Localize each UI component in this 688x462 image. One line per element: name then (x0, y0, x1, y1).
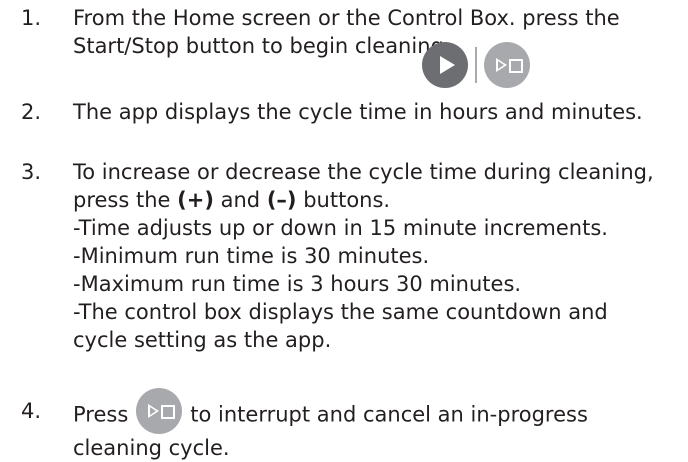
step-number: 1. (21, 6, 42, 30)
start-stop-icon (136, 388, 183, 434)
divider (475, 47, 477, 83)
step-text: To increase or decrease the cycle time d… (73, 158, 685, 354)
step-text: Press to interrupt and cancel an in-progr… (73, 388, 685, 462)
step-line: From the Home screen or the Control Box.… (73, 6, 620, 30)
step-line: -The control box displays the same count… (73, 300, 608, 324)
step-number: 2. (21, 100, 42, 124)
step-line: Press to interrupt and cancel an in-progr… (73, 388, 685, 434)
step-number: 3. (21, 160, 42, 184)
start-stop-buttons (422, 42, 530, 88)
step-line: Start/Stop button to begin cleaning. (73, 34, 451, 58)
step-text-fragment: to interrupt and cancel an in-progress (190, 402, 588, 427)
step-line: The app displays the cycle time in hours… (73, 100, 643, 124)
step-text-fragment: Press (73, 402, 129, 427)
step-text-fragment: buttons. (303, 188, 391, 212)
step-line: -Time adjusts up or down in 15 minute in… (73, 216, 608, 240)
step-text: The app displays the cycle time in hours… (73, 98, 685, 126)
step-text-fragment: and (220, 188, 261, 212)
step-text-fragment: press the (73, 188, 171, 212)
step-line: press the (+) and (–) buttons. (73, 186, 685, 214)
minus-symbol: (–) (266, 188, 297, 212)
step-line: To increase or decrease the cycle time d… (73, 160, 654, 184)
step-line: cycle setting as the app. (73, 328, 332, 352)
step-line: cleaning cycle. (73, 436, 230, 460)
start-stop-icon (484, 42, 530, 88)
play-icon (422, 42, 468, 88)
step-number: 4. (21, 399, 42, 423)
step-line: -Maximum run time is 3 hours 30 minutes. (73, 272, 522, 296)
plus-symbol: (+) (177, 188, 214, 212)
step-line: -Minimum run time is 30 minutes. (73, 244, 430, 268)
step-text: From the Home screen or the Control Box.… (73, 4, 685, 60)
